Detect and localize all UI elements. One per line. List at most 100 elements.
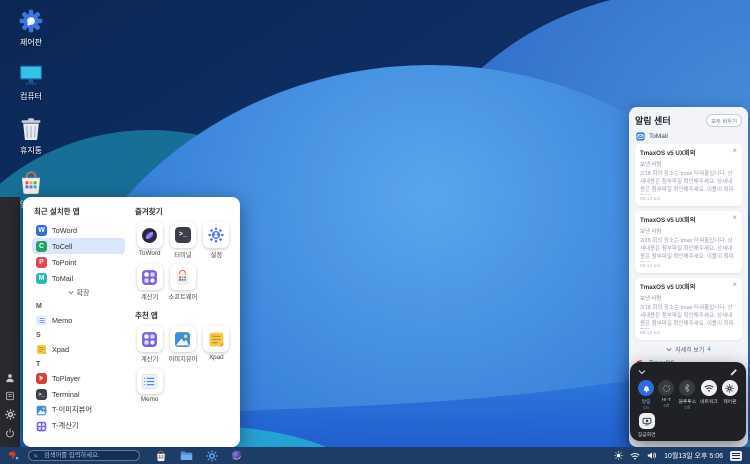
recommended-image-viewer[interactable]: 이미지뷰어 xyxy=(166,326,199,363)
recommended-label: Memo xyxy=(141,396,159,403)
notification-sender: 보낸 사람 xyxy=(640,294,737,302)
settings-taskbar-icon[interactable] xyxy=(206,450,218,462)
recommended-memo[interactable]: Memo xyxy=(133,368,166,403)
favorite-label: ToWord xyxy=(139,250,161,257)
recent-apps-header: 최근 설치한 앱 xyxy=(34,206,125,217)
app-center-taskbar-icon[interactable] xyxy=(155,450,167,462)
expand-button[interactable]: 확장 xyxy=(32,286,125,299)
app-row-tocell[interactable]: C ToCell xyxy=(32,238,125,254)
desktop-icon-computer[interactable]: 컴퓨터 xyxy=(8,62,54,102)
toggle-control-panel[interactable]: 제어판 xyxy=(722,380,738,410)
browser-icon[interactable] xyxy=(231,450,243,462)
tomail-icon xyxy=(636,132,645,141)
app-row-terminal[interactable]: >_ Terminal xyxy=(32,386,125,402)
brightness-icon[interactable] xyxy=(614,451,623,460)
computer-icon xyxy=(18,62,44,88)
recommended-xpad[interactable]: Xpad xyxy=(200,326,233,363)
toggle-lock-screen[interactable]: 잠금화면 xyxy=(638,413,656,438)
toggle-hi-t[interactable]: Hi-T Off xyxy=(658,380,674,410)
notification-time: 06:12 am xyxy=(640,331,737,336)
app-row-calculator[interactable]: T-계산기 xyxy=(32,418,125,434)
terminal-icon: >_ xyxy=(36,389,47,400)
notification-panel-button[interactable] xyxy=(730,451,742,461)
chevron-down-icon xyxy=(68,290,74,295)
app-row-image-viewer[interactable]: T-이미지뷰어 xyxy=(32,402,125,418)
close-icon[interactable]: × xyxy=(732,215,737,221)
favorite-label: 터미널 xyxy=(174,250,191,259)
app-label: Memo xyxy=(52,316,72,325)
see-more-button[interactable]: 자세히 보기 4 xyxy=(635,345,742,354)
app-row-topoint[interactable]: P ToPoint xyxy=(32,254,125,270)
favorite-terminal[interactable]: >_ 터미널 xyxy=(166,222,199,259)
notification-card[interactable]: TmaxOS v5 UX회의 × 보낸 사람 2/18 회의 장소는 tmax … xyxy=(635,211,742,273)
app-label: T-이미지뷰어 xyxy=(52,405,92,415)
expand-label: 확장 xyxy=(77,288,90,298)
xpad-icon xyxy=(36,344,47,355)
settings-icon[interactable] xyxy=(5,409,16,420)
lock-screen-icon xyxy=(642,417,652,426)
notification-time: 06:12 am xyxy=(640,264,737,269)
close-icon[interactable]: × xyxy=(732,148,737,154)
app-row-memo[interactable]: Memo xyxy=(32,312,125,328)
tomail-icon: M xyxy=(36,273,47,284)
taskbar-search[interactable] xyxy=(28,450,140,461)
tmax-logo-icon[interactable] xyxy=(8,450,19,461)
notification-group-label: ToMail xyxy=(649,133,668,140)
calculator-icon xyxy=(36,421,47,432)
notification-title: TmaxOS v5 UX회의 xyxy=(640,215,695,224)
memo-icon xyxy=(141,373,158,390)
toggle-network[interactable]: 네트워크 xyxy=(700,380,718,410)
desktop-icon-label: 제어판 xyxy=(20,37,42,48)
settings-gear-icon xyxy=(208,227,224,243)
app-row-toword[interactable]: W ToWord xyxy=(32,222,125,238)
app-row-tomail[interactable]: M ToMail xyxy=(32,270,125,286)
app-row-toplayer[interactable]: ToPlayer xyxy=(32,370,125,386)
start-menu-rail xyxy=(0,197,20,447)
clock-date[interactable]: 10월13일 오후 5:06 xyxy=(664,451,723,461)
toggle-bluetooth[interactable]: 블루투스 Off xyxy=(678,380,696,410)
app-label: ToWord xyxy=(52,226,77,235)
toggle-notifications[interactable]: 알림 On xyxy=(638,380,654,410)
recommended-label: 이미지뷰어 xyxy=(169,354,198,363)
close-icon[interactable]: × xyxy=(732,282,737,288)
files-icon[interactable] xyxy=(5,391,15,401)
edit-pencil-icon[interactable] xyxy=(730,368,738,376)
desktop-icon-label: 휴지통 xyxy=(20,145,42,156)
favorite-calculator[interactable]: 계산기 xyxy=(133,264,166,301)
desktop-icon-control-panel[interactable]: 제어판 xyxy=(8,8,54,48)
calculator-icon xyxy=(141,269,158,286)
tocell-icon: C xyxy=(36,241,47,252)
favorite-software[interactable]: 소프트웨어 xyxy=(166,264,199,301)
notification-sender: 보낸 사람 xyxy=(640,160,737,168)
notification-group-tomail: ToMail xyxy=(636,132,742,141)
toggle-label: 잠금화면 xyxy=(638,431,656,438)
wifi-icon[interactable] xyxy=(630,452,640,460)
image-viewer-icon xyxy=(174,331,191,348)
volume-icon[interactable] xyxy=(647,451,657,460)
app-label: Terminal xyxy=(52,390,80,399)
file-manager-icon[interactable] xyxy=(180,450,193,461)
recommended-calculator[interactable]: 계산기 xyxy=(133,326,166,363)
software-store-icon xyxy=(174,269,191,286)
favorite-toword[interactable]: ToWord xyxy=(133,222,166,259)
search-input[interactable] xyxy=(42,451,134,460)
clear-all-button[interactable]: 모두 비우기 xyxy=(706,114,742,127)
toggle-state: Off xyxy=(663,403,669,408)
app-row-xpad[interactable]: Xpad xyxy=(32,341,125,357)
toword-leaf-icon xyxy=(141,227,158,244)
collapse-chevron-icon[interactable] xyxy=(638,369,646,375)
notification-card[interactable]: TmaxOS v5 UX회의 × 보낸 사람 2/18 회의 장소는 tmax … xyxy=(635,278,742,340)
start-menu-app-list: 최근 설치한 앱 W ToWord C ToCell P ToPoint M T… xyxy=(23,197,129,447)
favorite-settings[interactable]: 설정 xyxy=(200,222,233,259)
toggle-state: On xyxy=(643,405,649,410)
app-label: ToPoint xyxy=(52,258,76,267)
toplayer-icon xyxy=(36,373,47,384)
notification-card[interactable]: TmaxOS v5 UX회의 × 보낸 사람 2/18 회의 장소는 tmax … xyxy=(635,144,742,206)
taskbar: 10월13일 오후 5:06 xyxy=(0,447,750,464)
app-label: ToMail xyxy=(52,274,73,283)
power-icon[interactable] xyxy=(5,428,15,438)
desktop-icon-trash[interactable]: 휴지통 xyxy=(8,116,54,156)
taskbar-app-icons xyxy=(155,450,243,462)
see-more-count: 4 xyxy=(707,347,710,353)
user-icon[interactable] xyxy=(5,373,15,383)
